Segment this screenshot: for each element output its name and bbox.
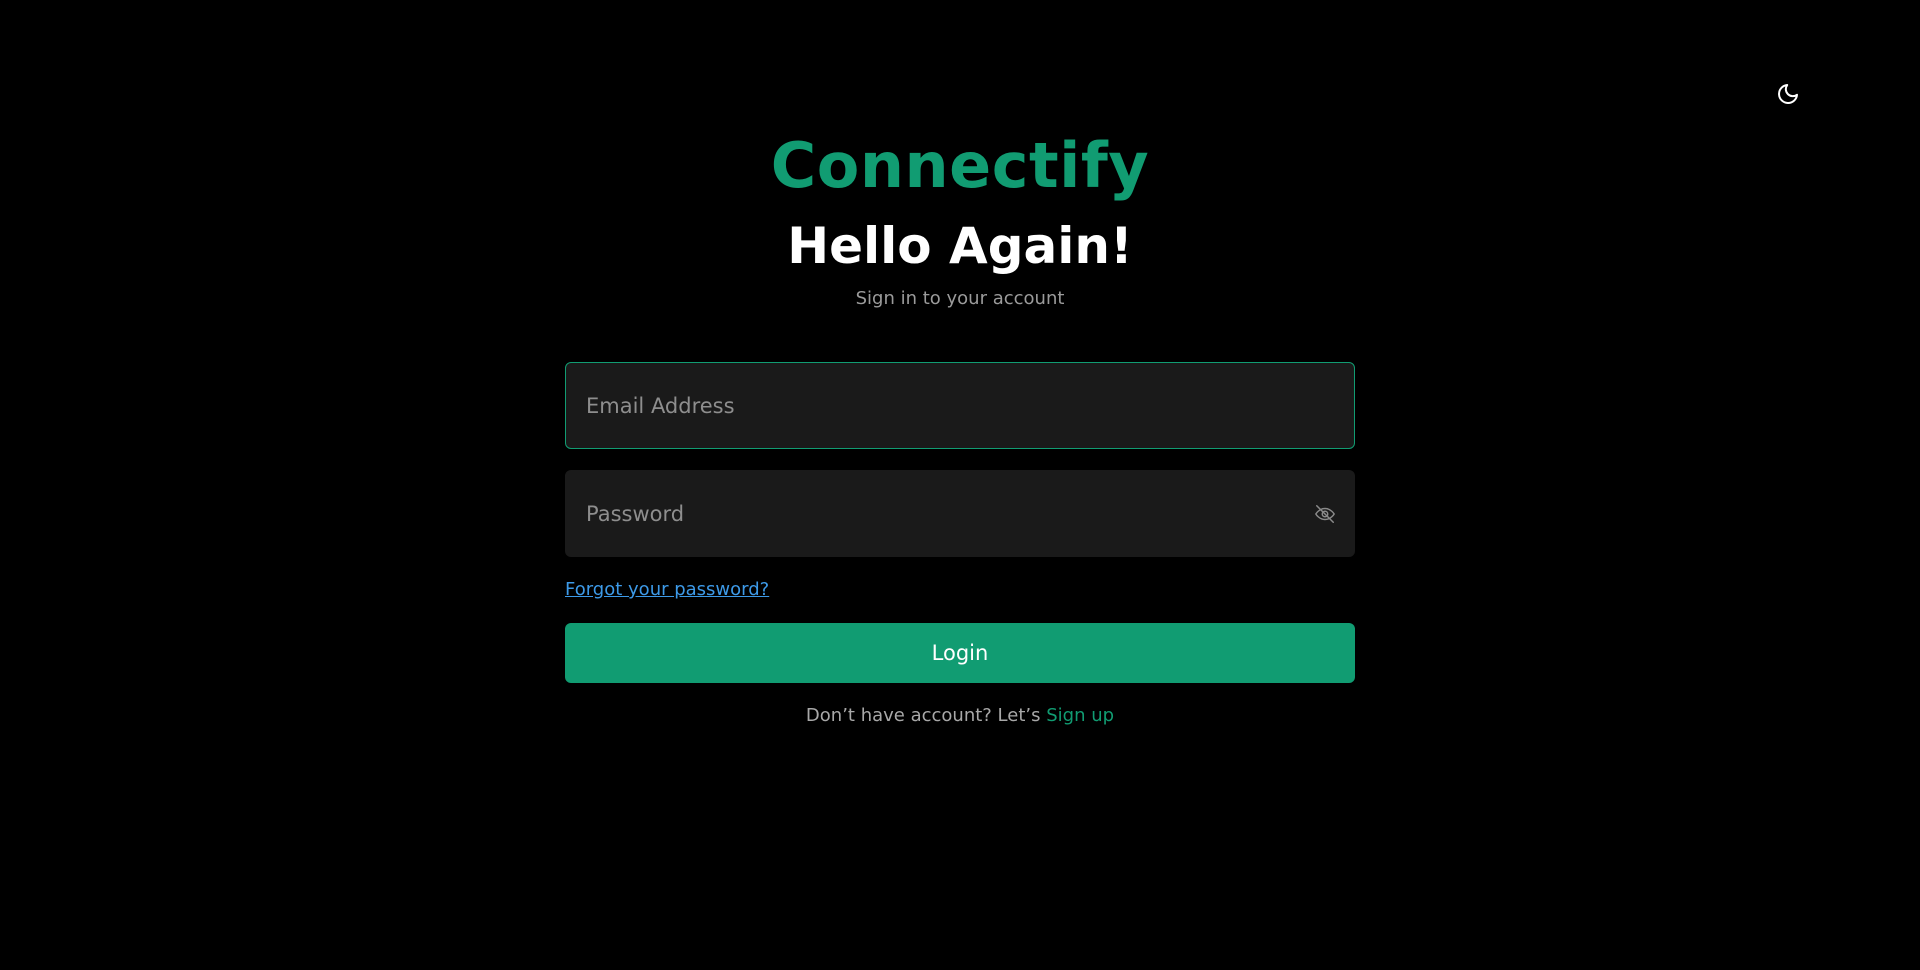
- moon-icon: [1778, 84, 1798, 104]
- login-page: Connectify Hello Again! Sign in to your …: [0, 0, 1920, 970]
- signup-prompt-text: Don’t have account? Let’s: [805, 705, 1041, 726]
- signup-prompt: Don’t have account? Let’s Sign up: [0, 703, 1920, 729]
- brand-logo: Connectify: [770, 129, 1150, 202]
- email-input[interactable]: [566, 363, 1354, 448]
- page-title: Hello Again!: [787, 217, 1133, 275]
- signup-link[interactable]: Sign up: [1046, 705, 1114, 726]
- password-input[interactable]: [566, 471, 1354, 556]
- eye-off-icon[interactable]: [1314, 503, 1336, 525]
- page-subtitle: Sign in to your account: [855, 288, 1065, 309]
- email-field-container: [565, 362, 1355, 449]
- forgot-password-link[interactable]: Forgot your password?: [565, 578, 769, 602]
- login-button[interactable]: Login: [565, 623, 1355, 683]
- theme-toggle-button[interactable]: [1774, 80, 1802, 108]
- password-field-container: [565, 470, 1355, 557]
